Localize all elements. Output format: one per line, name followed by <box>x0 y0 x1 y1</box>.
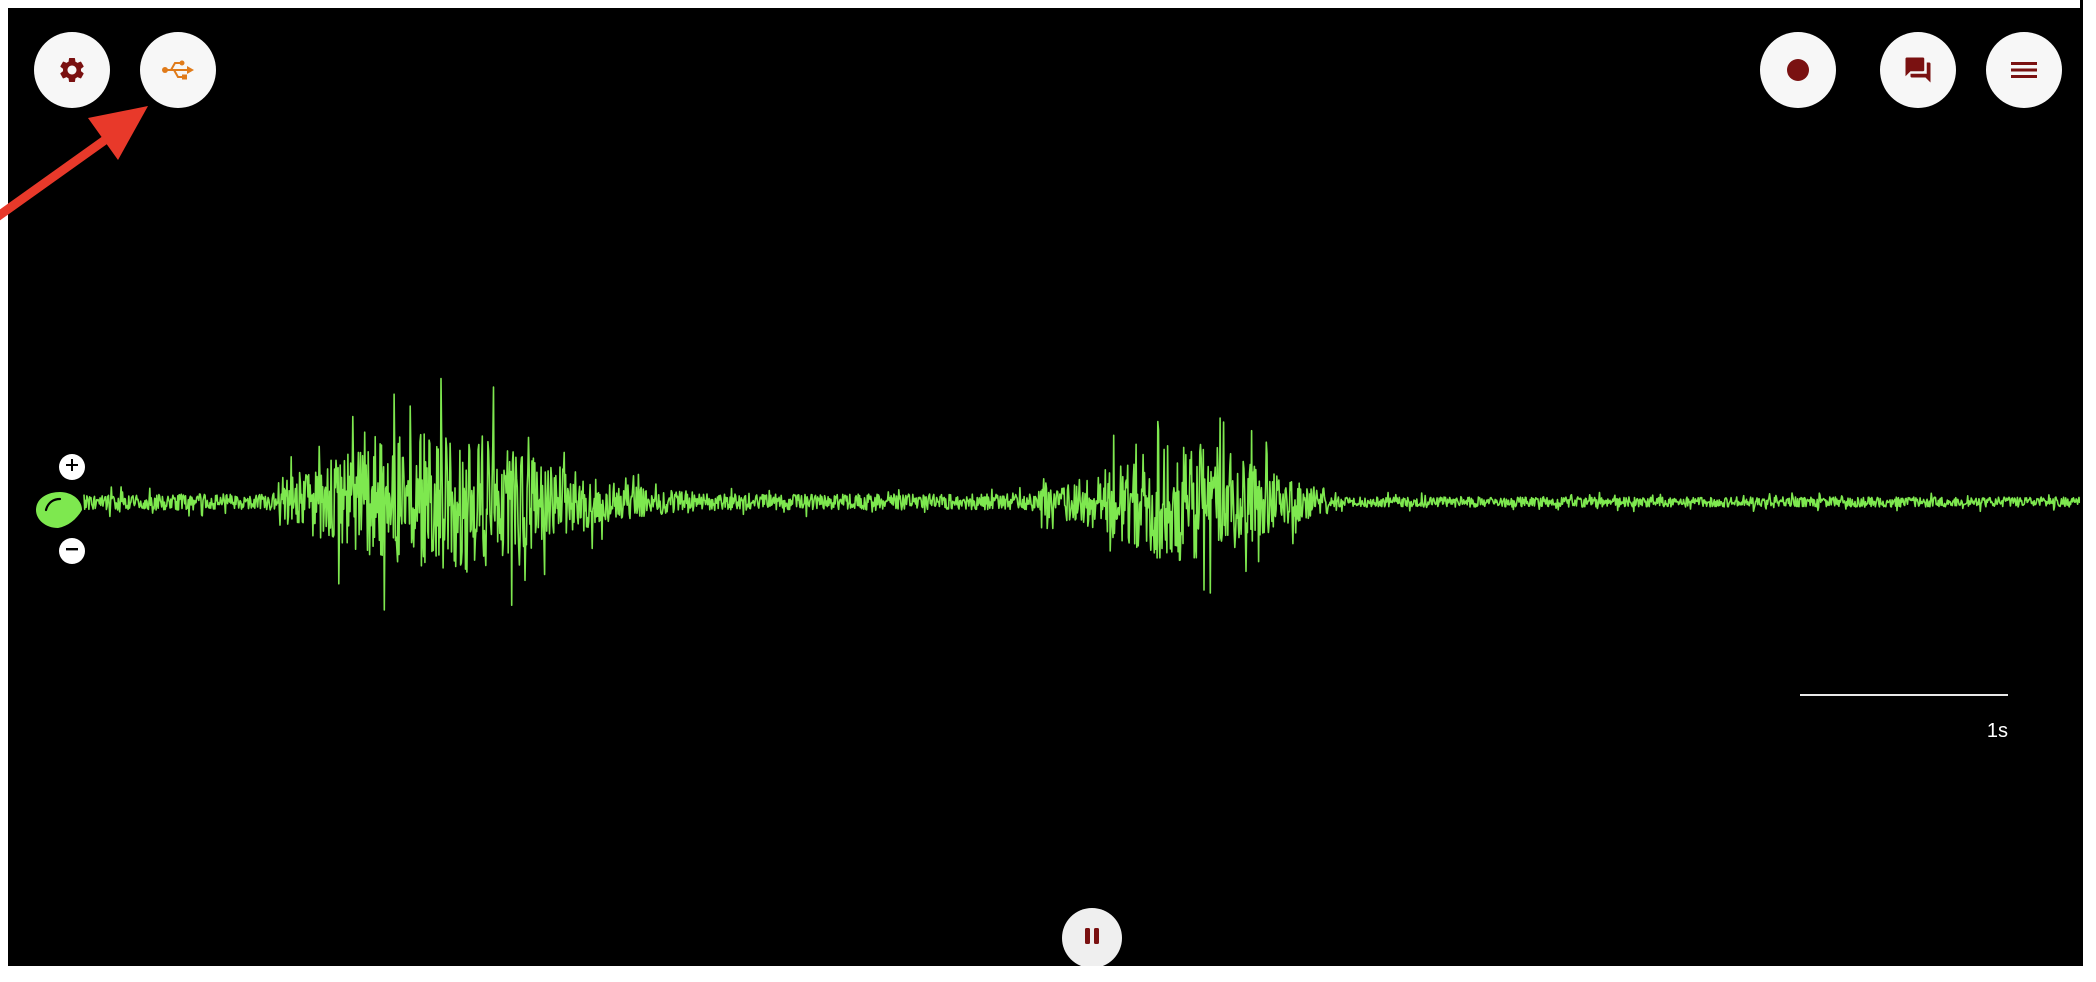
pause-button[interactable] <box>1062 908 1122 966</box>
signal-display: 1s <box>8 8 2080 966</box>
time-scale-bar <box>1800 694 2008 696</box>
chat-bubbles-icon <box>1903 55 1933 85</box>
window-edge <box>2080 0 2083 966</box>
gain-increase-button[interactable] <box>59 454 85 480</box>
menu-button[interactable] <box>1986 32 2062 108</box>
settings-button[interactable] <box>34 32 110 108</box>
channel-drop-handle-icon[interactable] <box>32 490 84 535</box>
minus-circle-icon <box>64 541 80 562</box>
usb-icon <box>161 59 195 81</box>
pause-icon <box>1081 925 1103 952</box>
plus-circle-icon <box>64 457 80 478</box>
time-scale-label: 1s <box>1986 720 2008 742</box>
record-dot-icon <box>1786 58 1810 82</box>
gain-decrease-button[interactable] <box>59 538 85 564</box>
gear-icon <box>57 55 87 85</box>
chat-button[interactable] <box>1880 32 1956 108</box>
usb-button[interactable] <box>140 32 216 108</box>
hamburger-menu-icon <box>2010 59 2038 81</box>
record-button[interactable] <box>1760 32 1836 108</box>
waveform-trace <box>83 377 2080 611</box>
